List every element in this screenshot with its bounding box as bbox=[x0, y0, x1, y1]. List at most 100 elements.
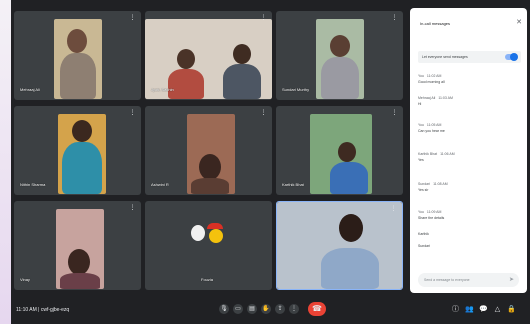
people-icon[interactable]: 👥 bbox=[465, 305, 474, 314]
message-time: 11:03 AM bbox=[438, 96, 453, 100]
participant-video bbox=[310, 114, 372, 194]
captions-icon[interactable]: ▤ bbox=[247, 304, 257, 314]
person-head bbox=[233, 44, 251, 64]
chat-title: In-call messages bbox=[420, 21, 451, 26]
message-sender: Sundari bbox=[418, 182, 431, 186]
chat-panel: In-call messages ✕ Let everyone send mes… bbox=[410, 8, 527, 293]
participant-name: Mehraaj Ali bbox=[20, 87, 40, 92]
avatar bbox=[209, 229, 223, 243]
participant-tile[interactable]: ⋮ Ashwini R bbox=[145, 106, 272, 195]
participant-name: Vinay bbox=[20, 277, 30, 282]
message-time: 11:08 AM bbox=[433, 182, 448, 186]
person-body bbox=[60, 273, 100, 289]
person-head bbox=[68, 249, 90, 275]
more-options-icon[interactable]: ⋮ bbox=[390, 206, 397, 213]
participant-name: Karthik Bhat bbox=[282, 182, 304, 187]
more-options-icon[interactable]: ⋮ bbox=[391, 110, 398, 117]
participant-video bbox=[58, 114, 106, 194]
meeting-info: 11:10 AM | cwf-gjbe-ezq bbox=[16, 307, 70, 313]
more-options-icon[interactable]: ⋮ bbox=[129, 110, 136, 117]
message-sender: You bbox=[418, 210, 424, 214]
chat-message: Sundari bbox=[418, 242, 518, 248]
chat-input[interactable]: Send a message to everyone ➤ bbox=[418, 273, 519, 287]
chat-message: Karthik Bhat 11:06 AM Yes bbox=[418, 152, 518, 162]
message-text: Hi bbox=[418, 102, 422, 106]
meeting-code: cwf-gjbe-ezq bbox=[40, 307, 70, 313]
mic-icon[interactable]: 🎙 bbox=[219, 304, 229, 314]
person-body bbox=[321, 248, 379, 289]
message-sender: Karthik Bhat bbox=[418, 152, 438, 156]
send-icon[interactable]: ➤ bbox=[509, 276, 514, 283]
background-strip bbox=[0, 0, 11, 324]
chat-message: Karthik bbox=[418, 230, 518, 236]
more-options-icon[interactable]: ⋮ bbox=[260, 110, 267, 117]
self-view-tile[interactable]: ⋮ bbox=[276, 201, 403, 290]
toggle-label: Let everyone send messages bbox=[422, 55, 468, 59]
message-text: Can you hear me bbox=[418, 129, 445, 133]
close-icon[interactable]: ✕ bbox=[516, 18, 522, 26]
person-body bbox=[62, 142, 102, 194]
more-options-icon[interactable]: ⋮ bbox=[129, 205, 136, 212]
participant-video bbox=[187, 114, 235, 194]
participant-name: Jyoti, Sachin bbox=[151, 87, 174, 92]
message-sender: Mehraaj Ali bbox=[418, 96, 436, 100]
person-body bbox=[168, 69, 204, 99]
participant-tile[interactable]: ⋮ Mehraaj Ali bbox=[14, 11, 141, 100]
participant-name: Nithin Sharma bbox=[20, 182, 46, 187]
participant-video bbox=[316, 19, 364, 99]
participant-name: Ashwini R bbox=[151, 182, 169, 187]
message-sender: You bbox=[418, 74, 424, 78]
participant-name: Sundari Murthy bbox=[282, 87, 310, 92]
chat-message: Sundari 11:08 AM Yes sir bbox=[418, 182, 518, 192]
participant-tile[interactable]: ⋮ Jyoti, Sachin bbox=[145, 11, 272, 100]
santa-hat-icon bbox=[207, 223, 223, 229]
person-body bbox=[60, 53, 96, 99]
raise-hand-icon[interactable]: ✋ bbox=[261, 304, 271, 314]
more-options-icon[interactable]: ⋮ bbox=[260, 15, 267, 22]
info-icon[interactable]: ⓘ bbox=[451, 305, 460, 314]
meeting-time: 11:10 AM bbox=[16, 307, 37, 313]
person-head bbox=[330, 35, 350, 57]
chat-message: You 11:09 AM Share the details bbox=[418, 210, 518, 220]
bottom-toolbar: 11:10 AM | cwf-gjbe-ezq 🎙 ▭ ▤ ✋ ⇪ ⋮ ☎ ⓘ … bbox=[11, 297, 530, 324]
message-sender: You bbox=[418, 123, 424, 127]
person-head bbox=[67, 29, 87, 53]
person-head bbox=[199, 154, 221, 180]
message-time: 11:05 AM bbox=[426, 123, 442, 127]
present-icon[interactable]: ⇪ bbox=[275, 304, 285, 314]
participant-tile[interactable]: ⋮ Nithin Sharma bbox=[14, 106, 141, 195]
person-body bbox=[330, 162, 368, 194]
activities-icon[interactable]: △ bbox=[493, 305, 502, 314]
person-head bbox=[72, 120, 92, 142]
participant-tile[interactable]: ⋮ Karthik Bhat bbox=[276, 106, 403, 195]
message-time: 11:09 AM bbox=[426, 210, 442, 214]
person-body bbox=[223, 64, 261, 99]
participant-video bbox=[54, 19, 102, 99]
person-body bbox=[321, 57, 359, 99]
lock-icon[interactable]: 🔒 bbox=[507, 305, 516, 314]
message-text: Sundari bbox=[418, 244, 431, 248]
more-options-icon[interactable]: ⋮ bbox=[289, 304, 299, 314]
chat-input-placeholder: Send a message to everyone bbox=[424, 278, 470, 282]
participant-video bbox=[56, 209, 104, 289]
message-time: 11:02 AM bbox=[426, 74, 442, 78]
avatar bbox=[191, 225, 205, 241]
participant-tile[interactable]: ⋮ Sundari Murthy bbox=[276, 11, 403, 100]
participant-tile[interactable]: ⋮ Vinay bbox=[14, 201, 141, 290]
chat-message: You 11:05 AM Can you hear me bbox=[418, 123, 518, 133]
participant-tile[interactable]: Fouzia bbox=[145, 201, 272, 290]
more-options-icon[interactable]: ⋮ bbox=[391, 15, 398, 22]
message-text: Karthik bbox=[418, 232, 429, 236]
message-text: Yes bbox=[418, 158, 424, 162]
person-head bbox=[338, 142, 356, 162]
camera-icon[interactable]: ▭ bbox=[233, 304, 243, 314]
more-options-icon[interactable]: ⋮ bbox=[129, 15, 136, 22]
message-time: 11:06 AM bbox=[440, 152, 455, 156]
self-video bbox=[277, 202, 402, 289]
person-body bbox=[191, 178, 229, 194]
participant-name: Fouzia bbox=[201, 277, 214, 282]
chat-message: Mehraaj Ali 11:03 AM Hi bbox=[418, 96, 518, 106]
chat-icon[interactable]: 💬 bbox=[479, 305, 488, 314]
chat-toggle[interactable] bbox=[505, 53, 518, 61]
end-call-button[interactable]: ☎ bbox=[308, 302, 326, 316]
